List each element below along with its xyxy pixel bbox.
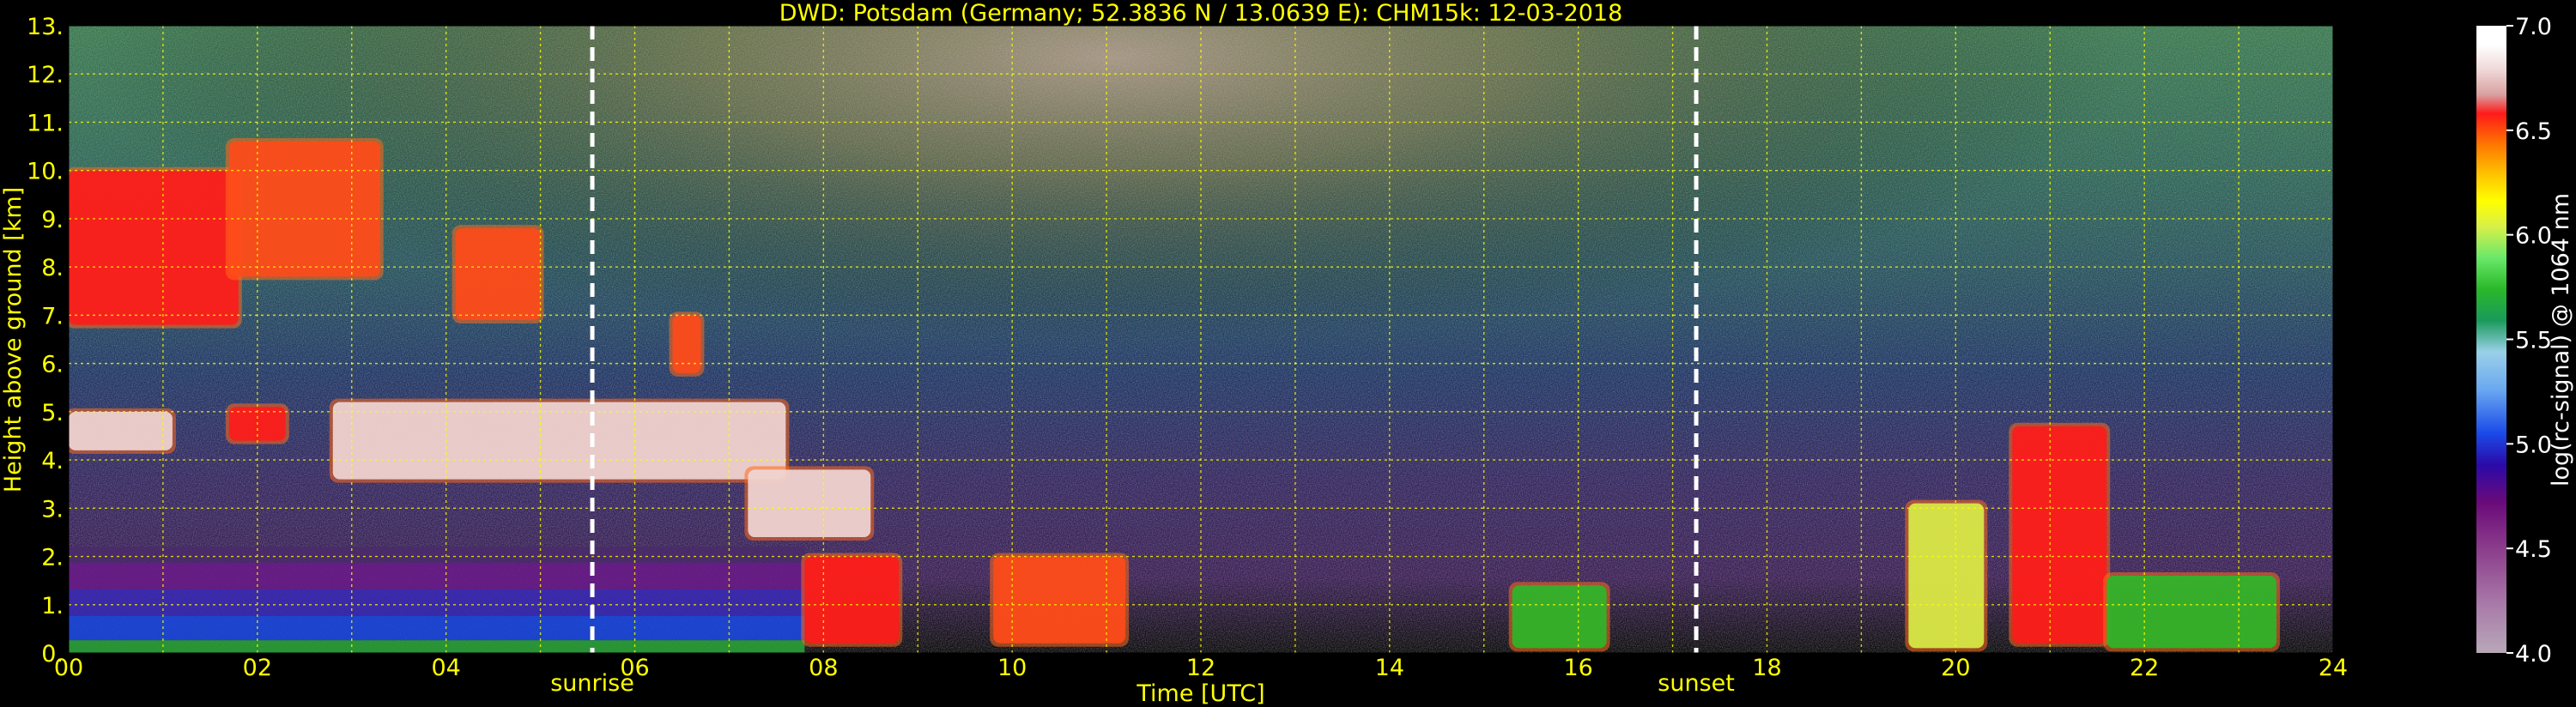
y-tick-label: 5. xyxy=(41,400,64,426)
y-tick-label: 11. xyxy=(27,110,64,136)
colorbar-label: log(rc-signal) @ 1064 nm xyxy=(2548,193,2574,486)
x-axis-label: Time [UTC] xyxy=(1136,680,1264,707)
colorbar-ticks: 4.0 4.5 5.0 5.5 6.0 6.5 7.0 xyxy=(2506,14,2552,668)
feature-cloud xyxy=(329,398,790,483)
y-tick-label: 8. xyxy=(41,255,64,281)
feature-low-cloud xyxy=(990,553,1130,647)
y-tick-label: 1. xyxy=(41,593,64,619)
feature-cloud xyxy=(744,466,875,541)
x-tick-label: 12 xyxy=(1186,655,1215,681)
colorbar-tick-label: 7.0 xyxy=(2515,14,2552,40)
boundary-band xyxy=(69,589,805,616)
feature-core xyxy=(993,556,1126,644)
x-axis-ticks: 00 02 04 06 08 10 12 14 16 18 20 22 24 xyxy=(54,655,2348,681)
annotation-sunrise: sunrise xyxy=(550,670,634,697)
feature-core xyxy=(2012,426,2107,644)
feature-core xyxy=(455,228,541,321)
x-tick-label: 04 xyxy=(431,655,460,681)
y-tick-label: 0. xyxy=(41,641,64,668)
colorbar-tick-label: 6.5 xyxy=(2515,118,2552,145)
feature-convective xyxy=(2009,422,2111,647)
x-tick-label: 22 xyxy=(2130,655,2159,681)
colorbar-tick-label: 4.0 xyxy=(2515,641,2552,668)
colorbar-scale xyxy=(2476,26,2506,653)
feature-core xyxy=(69,411,173,450)
annotation-sunset: sunset xyxy=(1658,670,1735,697)
boundary-band xyxy=(69,547,805,563)
feature-core xyxy=(228,141,380,277)
colorbar-tick-label: 4.5 xyxy=(2515,536,2552,563)
x-tick-label: 20 xyxy=(1941,655,1970,681)
x-tick-label: 02 xyxy=(243,655,272,681)
x-tick-label: 10 xyxy=(997,655,1027,681)
colorbar: 4.0 4.5 5.0 5.5 6.0 6.5 7.0 log(rc-signal) @ 1… xyxy=(2476,14,2574,668)
feature-core xyxy=(748,469,871,538)
boundary-band xyxy=(69,615,805,641)
feature-cirrus xyxy=(452,225,544,324)
feature-core xyxy=(332,402,786,480)
feature-cirrus xyxy=(225,137,384,281)
y-axis-ticks: 0. 1. 2. 3. 4. 5. 6. 7. 8. 9. 10. 11. 12. 13. xyxy=(27,14,64,668)
feature-convective xyxy=(1508,582,1610,652)
y-tick-label: 3. xyxy=(41,496,64,523)
y-tick-label: 9. xyxy=(41,207,64,233)
feature-core xyxy=(2106,576,2277,649)
colorbar-tick-label: 6.0 xyxy=(2515,223,2552,250)
y-tick-label: 12. xyxy=(27,62,64,88)
colorbar-tick-label: 5.0 xyxy=(2515,432,2552,458)
feature-convective xyxy=(2103,572,2281,652)
feature-convective xyxy=(1905,499,1988,652)
chart-title: DWD: Potsdam (Germany; 52.3836 N / 13.06… xyxy=(779,0,1623,27)
x-tick-label: 08 xyxy=(809,655,838,681)
ceilometer-chart: DWD: Potsdam (Germany; 52.3836 N / 13.06… xyxy=(0,0,2574,707)
feature-core xyxy=(1512,585,1607,649)
x-tick-label: 14 xyxy=(1375,655,1404,681)
feature-core xyxy=(69,170,239,325)
colorbar-tick-label: 5.5 xyxy=(2515,328,2552,354)
feature-core xyxy=(672,315,701,373)
plot-area xyxy=(69,26,2333,653)
feature-cirrus xyxy=(69,166,242,329)
boundary-band xyxy=(69,562,805,589)
y-tick-label: 10. xyxy=(27,159,64,185)
x-tick-label: 16 xyxy=(1563,655,1592,681)
feature-cloud xyxy=(69,408,176,454)
y-tick-label: 4. xyxy=(41,448,64,474)
feature-core xyxy=(1908,503,1985,649)
y-tick-label: 7. xyxy=(41,303,64,329)
feature-low-cloud xyxy=(801,553,903,647)
x-tick-label: 18 xyxy=(1752,655,1781,681)
y-axis-label: Height above ground [km] xyxy=(0,187,27,492)
y-tick-label: 2. xyxy=(41,545,64,571)
feature-boundary-layer xyxy=(69,547,805,653)
feature-core xyxy=(804,556,900,644)
x-tick-label: 24 xyxy=(2318,655,2348,681)
y-tick-label: 6. xyxy=(41,352,64,378)
feature-cirrus xyxy=(669,311,705,377)
boundary-band xyxy=(69,640,805,653)
y-tick-label: 13. xyxy=(27,14,64,40)
